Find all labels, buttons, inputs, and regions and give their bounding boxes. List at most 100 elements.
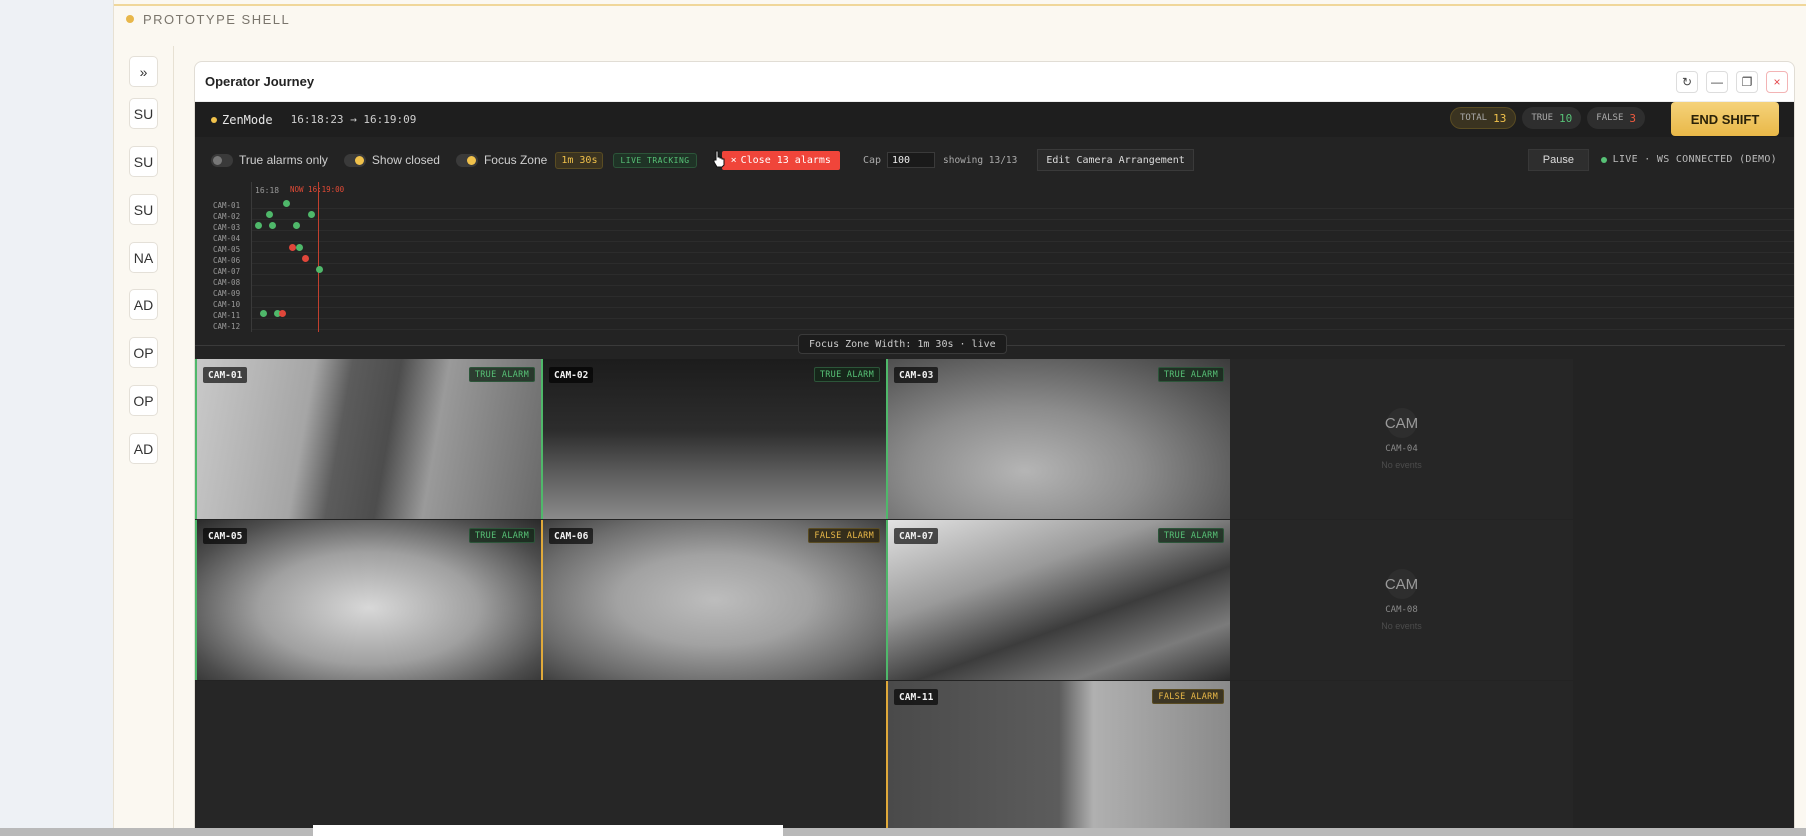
timeline-row xyxy=(252,319,1794,330)
window-controls: ↻ — ❐ × xyxy=(1676,71,1788,93)
toggle-knob xyxy=(466,155,476,165)
camera-tile-cam-11[interactable]: CAM-11 FALSE ALARM xyxy=(886,681,1230,835)
event-dot-true[interactable] xyxy=(266,211,273,218)
timeline-row xyxy=(252,286,1794,297)
expand-sidebar-button[interactable]: » xyxy=(129,56,158,87)
close-alarms-label: Close 13 alarms xyxy=(740,154,831,166)
cap-input[interactable] xyxy=(887,152,935,168)
toggle-knob xyxy=(354,155,364,165)
event-dot-true[interactable] xyxy=(316,266,323,273)
true-value: 10 xyxy=(1559,111,1573,125)
timeline-row xyxy=(252,209,1794,220)
rail-item[interactable]: OP xyxy=(129,385,158,416)
timeline-row xyxy=(252,242,1794,253)
edit-camera-arrangement-button[interactable]: Edit Camera Arrangement xyxy=(1037,149,1194,171)
alarm-status-badge: TRUE ALARM xyxy=(1157,367,1224,382)
timeline-row-label: CAM-06 xyxy=(213,256,241,265)
event-dot-false[interactable] xyxy=(289,244,296,251)
event-dot-false[interactable] xyxy=(279,310,286,317)
timeline-row-label: CAM-02 xyxy=(213,212,241,221)
camera-label: CAM-05 xyxy=(203,528,248,544)
rail-item[interactable]: SU xyxy=(129,98,158,129)
rail-item[interactable]: SU xyxy=(129,194,158,225)
event-dot-false[interactable] xyxy=(302,255,309,262)
app-header: ZenMode 16:18:23 → 16:19:09 TOTAL 13 TRU… xyxy=(195,102,1794,137)
restore-icon[interactable]: ❐ xyxy=(1736,71,1758,93)
timeline-row-label: CAM-05 xyxy=(213,245,241,254)
no-events-text: No events xyxy=(1381,621,1422,631)
camera-feed xyxy=(888,681,1230,835)
status-dot-icon xyxy=(126,15,134,23)
camera-feed xyxy=(888,359,1230,519)
brand-dot-icon xyxy=(211,116,217,123)
prototype-shell: PROTOTYPE SHELL » SU SU SU NA AD OP OP A… xyxy=(113,0,1806,836)
rail-item[interactable]: AD xyxy=(129,289,158,320)
focus-zone-toggle[interactable] xyxy=(455,153,478,167)
camera-label: CAM-11 xyxy=(894,689,939,705)
camera-label: CAM-07 xyxy=(894,528,939,544)
timeline-row-label: CAM-10 xyxy=(213,300,241,309)
pause-button[interactable]: Pause xyxy=(1527,149,1589,171)
total-label: TOTAL xyxy=(1460,113,1488,123)
show-closed-label: Show closed xyxy=(371,153,440,167)
event-dot-true[interactable] xyxy=(308,211,315,218)
rail-item[interactable]: NA xyxy=(129,242,158,273)
camera-tile-empty xyxy=(1230,681,1573,835)
shell-topbar: PROTOTYPE SHELL xyxy=(114,4,1806,32)
event-timeline[interactable]: CAM-01 CAM-02 CAM-03 CAM-04 CAM-05 CAM-0… xyxy=(195,182,1794,332)
event-dot-true[interactable] xyxy=(293,222,300,229)
timeline-now-marker xyxy=(318,182,319,332)
show-closed-toggle[interactable] xyxy=(343,153,366,167)
close-icon: × xyxy=(730,154,737,166)
rail-item[interactable]: SU xyxy=(129,146,158,177)
camera-tile-cam-01[interactable]: CAM-01 TRUE ALARM xyxy=(195,359,541,519)
close-icon[interactable]: × xyxy=(1766,71,1788,93)
event-dot-true[interactable] xyxy=(260,310,267,317)
true-alarms-only-toggle[interactable] xyxy=(211,153,233,167)
event-dot-true[interactable] xyxy=(255,222,262,229)
focus-zone-label: Focus Zone xyxy=(483,153,548,167)
event-dot-true[interactable] xyxy=(283,200,290,207)
camera-feed xyxy=(197,520,541,680)
camera-name: CAM-04 xyxy=(1385,444,1418,454)
event-dot-true[interactable] xyxy=(269,222,276,229)
camera-label: CAM-01 xyxy=(203,367,248,383)
camera-feed xyxy=(197,359,541,519)
timeline-row xyxy=(252,264,1794,275)
camera-tile-cam-06[interactable]: CAM-06 FALSE ALARM xyxy=(541,520,886,680)
camera-tile-cam-08[interactable]: CAM CAM-08 No events xyxy=(1230,520,1573,680)
live-tracking-badge: LIVE TRACKING xyxy=(613,152,697,168)
alarm-status-badge: FALSE ALARM xyxy=(808,528,880,543)
camera-tile-cam-04[interactable]: CAM CAM-04 No events xyxy=(1230,359,1573,519)
event-dot-true[interactable] xyxy=(296,244,303,251)
end-shift-button[interactable]: END SHIFT xyxy=(1671,102,1779,136)
camera-name: CAM-08 xyxy=(1385,605,1418,615)
timeline-row xyxy=(252,198,1794,209)
camera-tile-cam-03[interactable]: CAM-03 TRUE ALARM xyxy=(886,359,1230,519)
true-label: TRUE xyxy=(1531,113,1554,123)
brand-name: ZenMode xyxy=(222,112,273,127)
true-stat: TRUE 10 xyxy=(1522,107,1582,129)
rail-item[interactable]: AD xyxy=(129,433,158,464)
operator-journey-window: Operator Journey ↻ — ❐ × ZenMode 16:18:2… xyxy=(194,61,1795,836)
timeline-row-label: CAM-09 xyxy=(213,289,241,298)
refresh-icon[interactable]: ↻ xyxy=(1676,71,1698,93)
camera-tile-cam-07[interactable]: CAM-07 TRUE ALARM xyxy=(886,520,1230,680)
camera-icon: CAM xyxy=(1385,569,1418,599)
focus-zone-duration: 1m 30s xyxy=(555,151,604,169)
total-stat: TOTAL 13 xyxy=(1450,107,1517,129)
alarm-status-badge: TRUE ALARM xyxy=(468,367,535,382)
timeline-row-label: CAM-08 xyxy=(213,278,241,287)
timeline-now-label: NOW 16:19:00 xyxy=(290,185,345,194)
camera-label: CAM-06 xyxy=(549,528,594,544)
bottom-scrollbar-thumb[interactable] xyxy=(313,825,783,836)
minimize-icon[interactable]: — xyxy=(1706,71,1728,93)
connection-status-text: LIVE · WS CONNECTED (DEMO) xyxy=(1612,154,1777,165)
false-stat: FALSE 3 xyxy=(1587,107,1645,129)
camera-tile-cam-05[interactable]: CAM-05 TRUE ALARM xyxy=(195,520,541,680)
rail-item[interactable]: OP xyxy=(129,337,158,368)
close-alarms-button[interactable]: × Close 13 alarms xyxy=(721,150,840,170)
alarm-status-badge: FALSE ALARM xyxy=(1152,689,1224,704)
camera-tile-cam-02[interactable]: CAM-02 TRUE ALARM xyxy=(541,359,886,519)
false-value: 3 xyxy=(1629,111,1636,125)
